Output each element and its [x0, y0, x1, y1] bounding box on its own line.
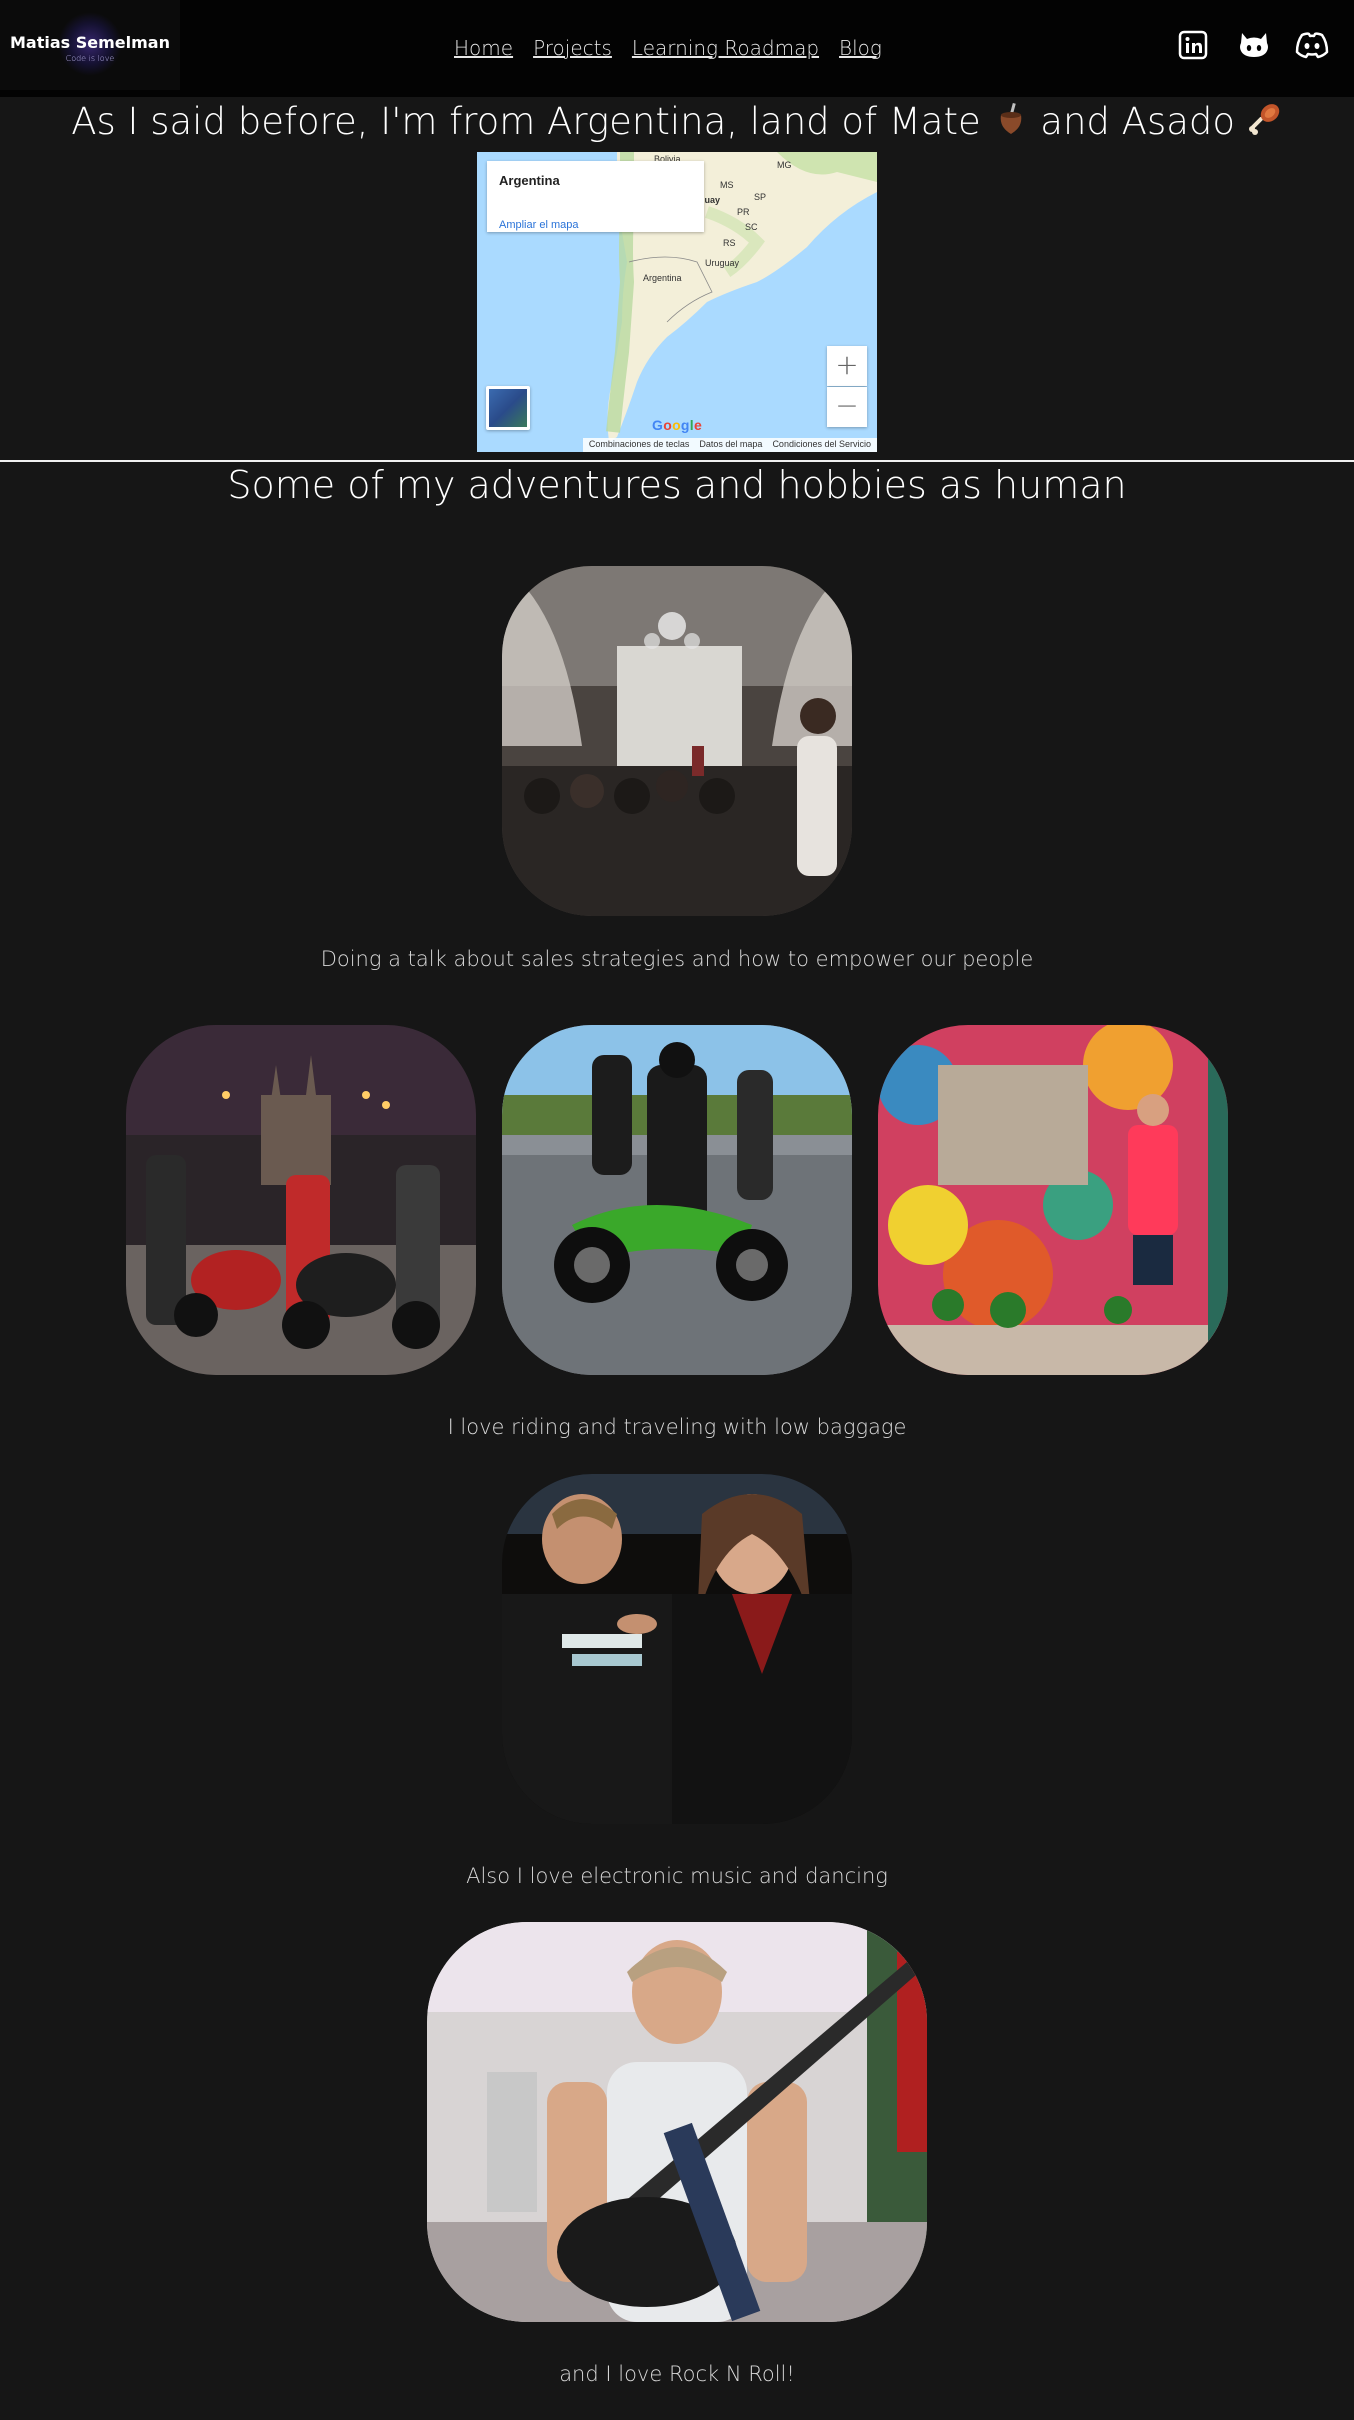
section-divider [0, 460, 1354, 462]
nav-projects-link[interactable]: Projects [533, 36, 612, 60]
rock-caption: and I love Rock N Roll! [559, 2362, 795, 2386]
map-data-link[interactable]: Datos del mapa [699, 439, 762, 451]
map-label-sp: SP [754, 192, 767, 202]
location-heading-text-end: and Asado [1040, 100, 1236, 143]
logo-name: Matias Semelman [10, 33, 170, 52]
mate-icon [993, 101, 1029, 146]
riding-photo-2 [502, 1025, 852, 1375]
map-label-pr: PR [737, 207, 750, 217]
nav-roadmap-link[interactable]: Learning Roadmap [632, 36, 819, 60]
map-layer-toggle[interactable] [486, 386, 530, 430]
rock-photo [427, 1922, 927, 2322]
nav-blog-link[interactable]: Blog [839, 36, 882, 60]
logo-tagline: Code is love [65, 54, 115, 63]
nav-home-link[interactable]: Home [454, 36, 513, 60]
discord-icon[interactable] [1294, 30, 1330, 60]
hobbies-heading: Some of my adventures and hobbies as hum… [227, 463, 1127, 507]
map-label-sc: SC [745, 222, 758, 232]
map-label-uruguay: Uruguay [705, 258, 740, 268]
map-place-name: Argentina [499, 173, 560, 188]
site-header: Matias Semelman Code is love Home Projec… [0, 0, 1354, 97]
argentina-map[interactable]: Bolivia MG MS aguay SP PR SC RS Uruguay … [477, 152, 877, 452]
zoom-in-button[interactable]: + [827, 346, 867, 386]
site-logo[interactable]: Matias Semelman Code is love [0, 0, 180, 90]
map-keyboard-shortcuts-link[interactable]: Combinaciones de teclas [589, 439, 690, 451]
music-photo [502, 1474, 852, 1824]
zoom-out-button[interactable]: − [827, 387, 867, 427]
music-caption: Also I love electronic music and dancing [466, 1864, 888, 1888]
riding-caption: I love riding and traveling with low bag… [447, 1415, 907, 1439]
riding-photo-1 [126, 1025, 476, 1375]
map-info-window: Argentina Ampliar el mapa [487, 161, 704, 232]
riding-photo-3 [878, 1025, 1228, 1375]
location-heading: As I said before, I'm from Argentina, la… [0, 100, 1354, 146]
map-terms-link[interactable]: Condiciones del Servicio [772, 439, 871, 451]
location-heading-text: As I said before, I'm from Argentina, la… [71, 100, 981, 143]
meat-on-bone-icon [1247, 101, 1283, 146]
talk-photo [502, 566, 852, 916]
map-label-ms: MS [720, 180, 734, 190]
github-icon[interactable] [1237, 30, 1271, 60]
enlarge-map-link[interactable]: Ampliar el mapa [499, 219, 578, 231]
map-attribution: Combinaciones de teclas Datos del mapa C… [582, 438, 877, 452]
main-nav: Home Projects Learning Roadmap Blog [454, 36, 882, 60]
map-label-argentina: Argentina [643, 273, 682, 283]
map-label-rs: RS [723, 238, 736, 248]
linkedin-icon[interactable] [1178, 30, 1208, 60]
talk-caption: Doing a talk about sales strategies and … [320, 947, 1034, 971]
google-logo: Google [652, 417, 703, 433]
map-label-mg: MG [777, 160, 792, 170]
